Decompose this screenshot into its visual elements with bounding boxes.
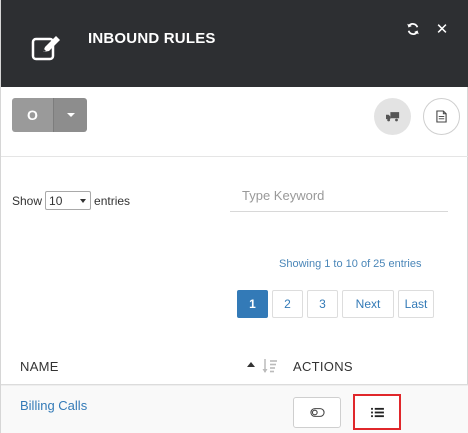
- sort-amount-icon[interactable]: [262, 358, 278, 374]
- list-icon: [370, 407, 384, 417]
- search-input[interactable]: Type Keyword: [230, 180, 448, 212]
- column-header-actions: ACTIONS: [293, 359, 353, 374]
- rule-name-link[interactable]: Billing Calls: [20, 398, 87, 413]
- column-header-name[interactable]: NAME: [20, 359, 59, 374]
- split-button: O: [12, 98, 87, 132]
- entries-length-control: Show 10 entries: [12, 191, 130, 210]
- page-title: INBOUND RULES: [88, 30, 216, 47]
- close-icon[interactable]: ✕: [434, 22, 450, 38]
- panel-header: INBOUND RULES ✕: [1, 0, 468, 87]
- edit-icon: [31, 36, 60, 61]
- toolbar: O: [1, 87, 468, 157]
- document-button[interactable]: [423, 98, 460, 135]
- toggle-status-button[interactable]: [293, 397, 341, 428]
- split-button-dropdown[interactable]: [53, 98, 87, 132]
- chevron-down-icon: [66, 113, 75, 117]
- toggle-icon: [309, 408, 325, 417]
- truck-button[interactable]: [374, 98, 411, 135]
- refresh-icon[interactable]: [405, 22, 421, 38]
- table-header: NAME ACTIONS: [1, 349, 468, 385]
- table-row: Billing Calls: [1, 385, 468, 433]
- page-1-button[interactable]: 1: [237, 290, 268, 318]
- inbound-rules-panel: INBOUND RULES ✕ O Show 10 entries Type K…: [0, 0, 468, 433]
- select-arrow-icon: [80, 199, 87, 203]
- show-label: Show: [12, 193, 43, 208]
- table-info: Showing 1 to 10 of 25 entries: [279, 258, 422, 270]
- last-page-button[interactable]: Last: [398, 290, 434, 318]
- entries-select[interactable]: 10: [45, 191, 92, 210]
- entries-select-value: 10: [49, 193, 63, 208]
- pagination: 1 2 3 Next Last: [237, 290, 438, 318]
- document-icon: [436, 110, 447, 123]
- page-3-button[interactable]: 3: [307, 290, 338, 318]
- page-2-button[interactable]: 2: [272, 290, 303, 318]
- entries-label: entries: [94, 193, 131, 208]
- next-page-button[interactable]: Next: [342, 290, 394, 318]
- split-button-main[interactable]: O: [12, 98, 53, 132]
- view-list-button[interactable]: [353, 394, 401, 430]
- sort-ascending-icon[interactable]: [247, 362, 255, 367]
- truck-icon: [385, 112, 399, 122]
